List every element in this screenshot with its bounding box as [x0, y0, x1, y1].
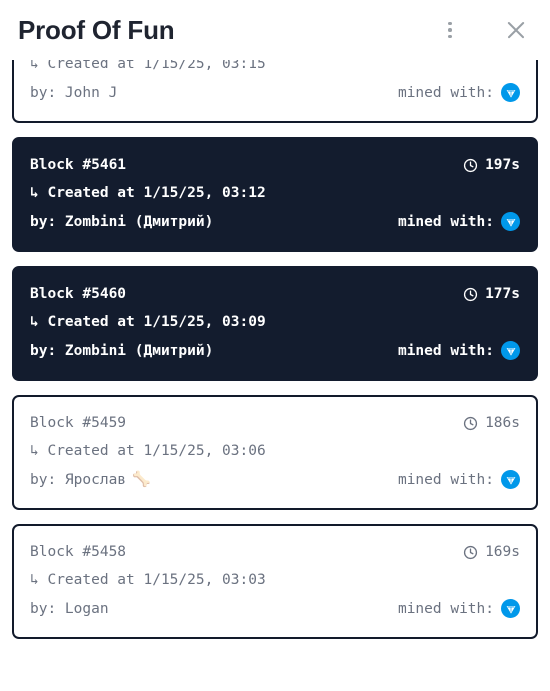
block-created-text: ↳ Created at 1/15/25, 03:12 [30, 185, 266, 201]
block-author-text: by: Ярослав [30, 472, 127, 488]
block-author-row: by: Zombini (Дмитрий) mined with: [30, 207, 520, 236]
block-header-row: Block #5461 197s [30, 151, 520, 179]
block-author: by: Zombini (Дмитрий) [30, 336, 219, 365]
block-card-4[interactable]: Block #5458 169s ↳ Created at 1/15/25, 0… [12, 524, 538, 639]
block-author-text: by: John J [30, 85, 118, 101]
clock-icon [463, 545, 478, 559]
block-mined-with: mined with: [398, 466, 520, 494]
block-duration: 169s [463, 538, 520, 566]
proof-of-fun-window: Proof Of Fun Block #5462 ↳ Created at 1/… [0, 0, 550, 691]
block-duration-text: 169s [485, 544, 520, 560]
block-author: by: Logan [30, 594, 115, 623]
block-mined-with: mined with: [398, 337, 520, 365]
ton-logo-icon [501, 212, 520, 231]
close-icon [505, 19, 527, 41]
close-button[interactable] [504, 16, 528, 44]
mined-with-label: mined with: [397, 471, 494, 488]
ton-logo-icon [501, 341, 520, 360]
block-created-row: ↳ Created at 1/15/25, 03:03 [30, 566, 520, 594]
block-author-row: by: John J mined with: [30, 78, 520, 107]
block-header-row: Block #5459 186s [30, 409, 520, 437]
block-author: by: Ярослав 🦴 [30, 465, 151, 494]
block-created-text: ↳ Created at 1/15/25, 03:09 [30, 314, 266, 330]
bone-icon: 🦴 [132, 470, 151, 488]
block-duration-text: 177s [485, 286, 520, 302]
block-created-text: ↳ Created at 1/15/25, 03:03 [30, 572, 266, 588]
more-vertical-button[interactable] [438, 16, 462, 44]
mined-with-label: mined with: [397, 600, 494, 617]
block-author-text: by: Zombini (Дмитрий) [30, 214, 214, 230]
block-duration: 186s [463, 409, 520, 437]
block-duration: 177s [463, 280, 520, 308]
mined-with-label: mined with: [397, 213, 494, 230]
block-author-row: by: Zombini (Дмитрий) mined with: [30, 336, 520, 365]
block-author-row: by: Logan mined with: [30, 594, 520, 623]
block-duration-text: 186s [485, 415, 520, 431]
mined-with-label: mined with: [397, 84, 494, 101]
block-author-row: by: Ярослав 🦴 mined with: [30, 465, 520, 494]
block-created-row: ↳ Created at 1/15/25, 03:12 [30, 179, 520, 207]
block-card-2[interactable]: Block #5460 177s ↳ Created at 1/15/25, 0… [12, 266, 538, 381]
block-duration-text: 197s [485, 157, 520, 173]
block-duration: 197s [463, 151, 520, 179]
ton-logo-icon [501, 470, 520, 489]
block-created-text: ↳ Created at 1/15/25, 03:06 [30, 443, 266, 459]
block-list[interactable]: Block #5462 ↳ Created at 1/15/25, 03:15 … [0, 60, 550, 691]
window-header: Proof Of Fun [0, 0, 550, 60]
block-card-3[interactable]: Block #5459 186s ↳ Created at 1/15/25, 0… [12, 395, 538, 510]
block-id: Block #5459 [30, 415, 127, 431]
block-created-row: ↳ Created at 1/15/25, 03:06 [30, 437, 520, 465]
ton-logo-icon [501, 599, 520, 618]
clock-icon [463, 287, 478, 301]
block-header-row: Block #5458 169s [30, 538, 520, 566]
block-author: by: John J [30, 78, 123, 107]
block-author-text: by: Logan [30, 601, 109, 617]
block-id: Block #5461 [30, 157, 127, 173]
block-card-1[interactable]: Block #5461 197s ↳ Created at 1/15/25, 0… [12, 137, 538, 252]
block-mined-with: mined with: [398, 79, 520, 107]
clock-icon [463, 416, 478, 430]
page-title: Proof Of Fun [18, 15, 175, 45]
header-actions [438, 16, 530, 44]
block-mined-with: mined with: [398, 208, 520, 236]
block-list-inner: Block #5462 ↳ Created at 1/15/25, 03:15 … [12, 60, 538, 639]
block-created-text: ↳ Created at 1/15/25, 03:15 [30, 60, 266, 72]
block-created-row: ↳ Created at 1/15/25, 03:15 [30, 60, 520, 78]
ton-logo-icon [501, 83, 520, 102]
block-id: Block #5458 [30, 544, 127, 560]
block-card-0[interactable]: Block #5462 ↳ Created at 1/15/25, 03:15 … [12, 60, 538, 123]
block-id: Block #5460 [30, 286, 127, 302]
block-mined-with: mined with: [398, 595, 520, 623]
block-author: by: Zombini (Дмитрий) [30, 207, 219, 236]
block-author-text: by: Zombini (Дмитрий) [30, 343, 214, 359]
block-created-row: ↳ Created at 1/15/25, 03:09 [30, 308, 520, 336]
block-header-row: Block #5460 177s [30, 280, 520, 308]
more-vertical-icon [448, 19, 452, 41]
mined-with-label: mined with: [397, 342, 494, 359]
clock-icon [463, 158, 478, 172]
